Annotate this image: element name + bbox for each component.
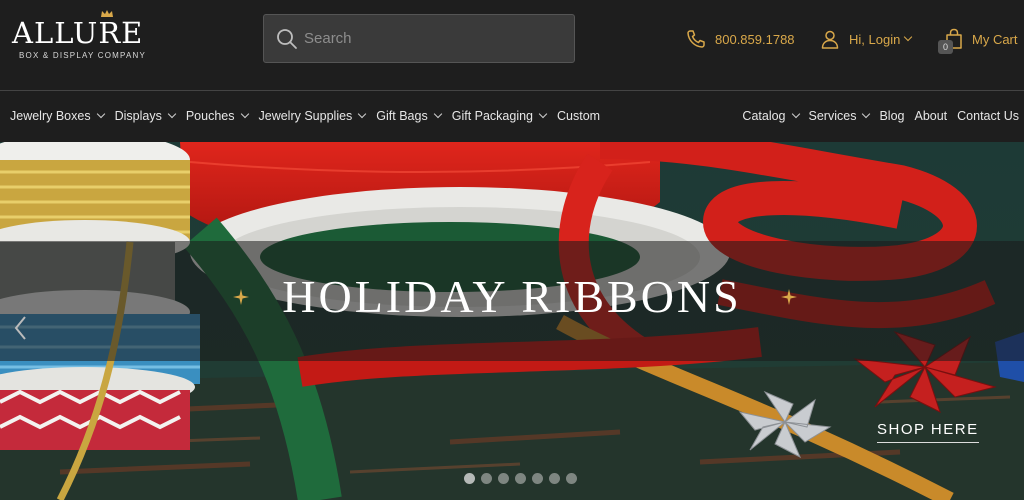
nav-label: About bbox=[914, 109, 948, 123]
login-link[interactable]: Hi, Login bbox=[820, 27, 913, 51]
nav-label: Gift Packaging bbox=[451, 109, 534, 123]
chevron-down-icon bbox=[167, 109, 177, 119]
chevron-down-icon bbox=[904, 32, 913, 42]
cart-link[interactable]: My Cart bbox=[945, 27, 1018, 51]
chevron-down-icon bbox=[538, 109, 548, 119]
phone-link[interactable]: 800.859.1788 bbox=[686, 27, 795, 51]
hero-title: HOLIDAY RIBBONS bbox=[282, 271, 742, 322]
nav-item-pouches[interactable]: Pouches bbox=[185, 109, 249, 123]
main-nav: Jewelry Boxes Displays Pouches Jewelry S… bbox=[10, 105, 611, 127]
nav-item-catalog[interactable]: Catalog bbox=[742, 109, 800, 123]
hero-carousel: HOLIDAY RIBBONS SHOP HERE bbox=[0, 142, 1024, 500]
nav-item-about[interactable]: About bbox=[914, 109, 947, 123]
shop-here-link[interactable]: SHOP HERE bbox=[877, 421, 979, 443]
brand-logo[interactable]: ALLURE BOX & DISPLAY COMPANY bbox=[12, 10, 152, 62]
cart-count-badge: 0 bbox=[938, 40, 953, 54]
header-divider bbox=[0, 90, 1024, 91]
user-icon bbox=[821, 30, 839, 49]
nav-label: Contact Us bbox=[957, 109, 1019, 123]
phone-icon bbox=[687, 30, 705, 48]
nav-item-services[interactable]: Services bbox=[808, 109, 871, 123]
nav-label: Gift Bags bbox=[376, 109, 428, 123]
nav-label: Jewelry Supplies bbox=[258, 109, 353, 123]
nav-item-gift-packaging[interactable]: Gift Packaging bbox=[451, 109, 548, 123]
chevron-down-icon bbox=[433, 109, 442, 119]
chevron-down-icon bbox=[96, 109, 105, 119]
chevron-down-icon bbox=[791, 109, 800, 119]
carousel-dot[interactable] bbox=[532, 473, 543, 484]
chevron-down-icon bbox=[358, 109, 367, 119]
chevron-left-icon[interactable] bbox=[12, 314, 28, 342]
search-box bbox=[263, 14, 575, 63]
carousel-dot[interactable] bbox=[498, 473, 509, 484]
carousel-dot[interactable] bbox=[464, 473, 475, 484]
phone-number: 800.859.1788 bbox=[715, 31, 795, 47]
nav-item-gift-bags[interactable]: Gift Bags bbox=[376, 109, 442, 123]
nav-item-displays[interactable]: Displays bbox=[114, 109, 177, 123]
nav-label: Services bbox=[808, 109, 857, 123]
site-header: ALLURE BOX & DISPLAY COMPANY 800.859.178… bbox=[0, 0, 1024, 142]
search-input[interactable] bbox=[304, 15, 566, 62]
carousel-dot[interactable] bbox=[481, 473, 492, 484]
nav-label: Blog bbox=[879, 109, 905, 123]
carousel-dot[interactable] bbox=[549, 473, 560, 484]
carousel-dots bbox=[464, 473, 583, 484]
nav-label: Custom bbox=[557, 109, 601, 123]
brand-name: ALLURE bbox=[12, 16, 144, 50]
crown-icon bbox=[101, 10, 113, 17]
chevron-down-icon bbox=[862, 109, 871, 119]
nav-label: Pouches bbox=[185, 109, 235, 123]
brand-tagline: BOX & DISPLAY COMPANY bbox=[19, 51, 147, 60]
cart-label: My Cart bbox=[972, 31, 1018, 47]
nav-item-contact-us[interactable]: Contact Us bbox=[957, 109, 1019, 123]
nav-label: Jewelry Boxes bbox=[10, 109, 91, 123]
secondary-nav: Catalog Services Blog About Contact Us bbox=[732, 105, 1019, 127]
nav-item-jewelry-boxes[interactable]: Jewelry Boxes bbox=[10, 109, 105, 123]
nav-item-blog[interactable]: Blog bbox=[879, 109, 904, 123]
chevron-down-icon bbox=[240, 109, 249, 119]
carousel-dot[interactable] bbox=[515, 473, 526, 484]
nav-item-custom[interactable]: Custom bbox=[557, 109, 600, 123]
nav-item-jewelry-supplies[interactable]: Jewelry Supplies bbox=[258, 109, 367, 123]
login-label: Hi, Login bbox=[849, 31, 901, 47]
sparkle-icon bbox=[781, 289, 797, 305]
nav-label: Displays bbox=[114, 109, 162, 123]
search-icon[interactable] bbox=[276, 28, 298, 50]
carousel-dot[interactable] bbox=[566, 473, 577, 484]
nav-label: Catalog bbox=[742, 109, 786, 123]
